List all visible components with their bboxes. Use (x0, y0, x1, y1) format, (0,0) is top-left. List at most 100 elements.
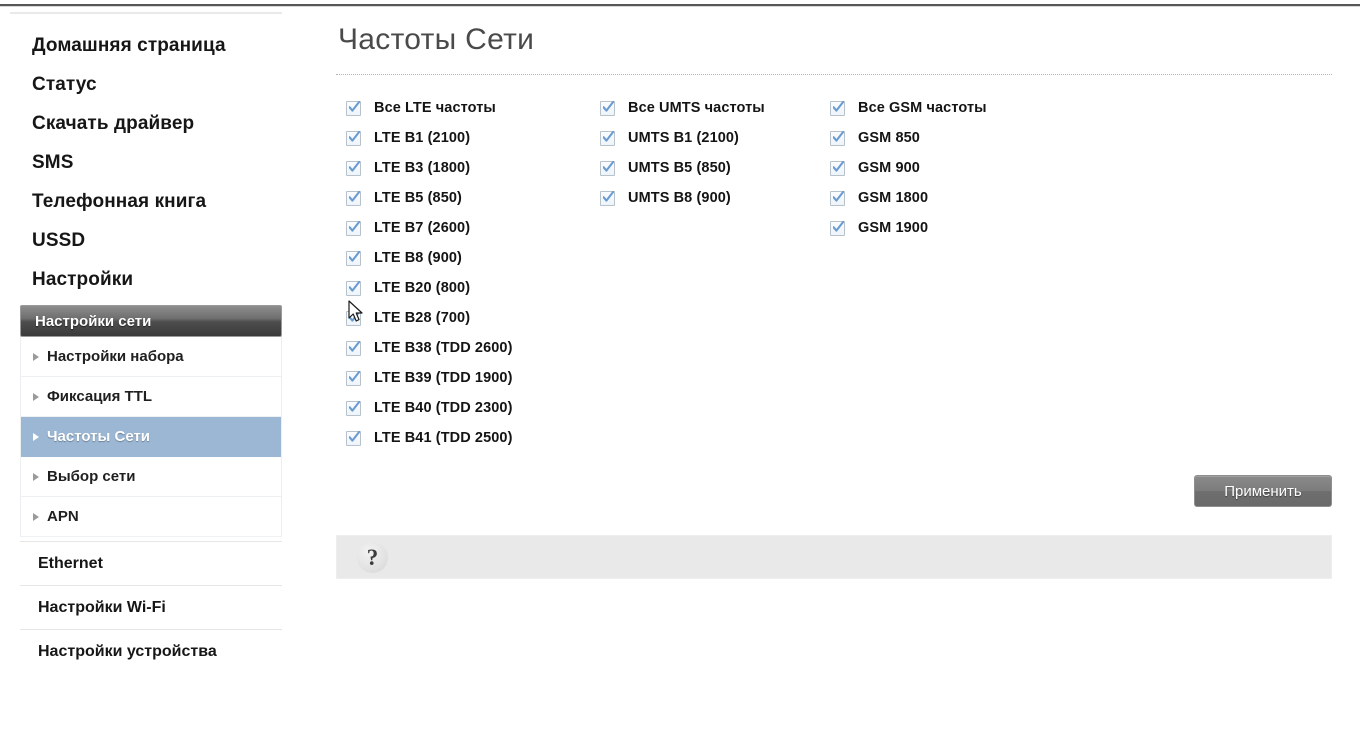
sidebar-primary-nav: Домашняя страница Статус Скачать драйвер SM… (10, 26, 282, 299)
checkbox-gsm-1[interactable] (830, 130, 845, 146)
sidebar-subitem-label: Фиксация TTL (47, 388, 153, 405)
checkbox-label: LTE B7 (2600) (374, 220, 471, 236)
sidebar-subitem-label: APN (47, 508, 79, 525)
sidebar-top-separator (10, 12, 282, 14)
checkbox-lte-9[interactable] (346, 370, 361, 386)
apply-button-row: Применить (336, 475, 1332, 507)
check-icon (603, 160, 614, 174)
check-icon (349, 370, 360, 384)
checkbox-row[interactable]: Все UMTS частоты (600, 93, 830, 123)
sidebar-item-download-driver[interactable]: Скачать драйвер (10, 104, 282, 143)
column-umts: Все UMTS частоты UMTS B1 (2100) UMTS B5 (8… (600, 93, 830, 453)
chevron-right-icon (33, 392, 39, 401)
checkbox-row[interactable]: LTE B38 (TDD 2600) (346, 333, 600, 363)
column-lte: Все LTE частоты LTE B1 (2100) LTE B3 (1800… (346, 93, 600, 453)
sidebar-item-status[interactable]: Статус (10, 65, 282, 104)
checkbox-row[interactable]: Все GSM частоты (830, 93, 1070, 123)
checkbox-lte-8[interactable] (346, 340, 361, 356)
checkbox-row[interactable]: LTE B7 (2600) (346, 213, 600, 243)
sidebar-subitem-3[interactable]: Выбор сети (21, 457, 281, 497)
checkbox-label: LTE B41 (TDD 2500) (374, 430, 513, 446)
sidebar-item-home[interactable]: Домашняя страница (10, 26, 282, 65)
checkbox-lte-4[interactable] (346, 220, 361, 236)
sidebar: Домашняя страница Статус Скачать драйвер SM… (10, 12, 282, 673)
column-gsm: Все GSM частоты GSM 850 GSM 900 GSM 1800 GSM… (830, 93, 1070, 453)
check-icon (833, 130, 844, 144)
checkbox-lte-11[interactable] (346, 430, 361, 446)
sidebar-subitem-label: Настройки набора (47, 348, 184, 365)
frequency-checkbox-columns: Все LTE частоты LTE B1 (2100) LTE B3 (1800… (346, 93, 1336, 453)
sidebar-item-ussd[interactable]: USSD (10, 221, 282, 260)
checkbox-label: LTE B1 (2100) (374, 130, 471, 146)
sidebar-item-device-settings[interactable]: Настройки устройства (20, 629, 282, 673)
checkbox-umts-0[interactable] (600, 100, 615, 116)
sidebar-item-sms[interactable]: SMS (10, 143, 282, 182)
checkbox-row[interactable]: LTE B40 (TDD 2300) (346, 393, 600, 423)
checkbox-lte-10[interactable] (346, 400, 361, 416)
checkbox-row[interactable]: LTE B39 (TDD 1900) (346, 363, 600, 393)
sidebar-subitem-1[interactable]: Фиксация TTL (21, 377, 281, 417)
checkbox-label: GSM 1900 (858, 220, 929, 236)
sidebar-subitem-4[interactable]: APN (21, 497, 281, 537)
checkbox-lte-3[interactable] (346, 190, 361, 206)
checkbox-row[interactable]: LTE B28 (700) (346, 303, 600, 333)
checkbox-lte-6[interactable] (346, 280, 361, 296)
check-icon (349, 400, 360, 414)
check-icon (349, 100, 360, 114)
checkbox-row[interactable]: LTE B1 (2100) (346, 123, 600, 153)
checkbox-gsm-4[interactable] (830, 220, 845, 236)
checkbox-label: GSM 1800 (858, 190, 929, 206)
check-icon (833, 160, 844, 174)
checkbox-lte-5[interactable] (346, 250, 361, 266)
check-icon (349, 250, 360, 264)
sidebar-group-network-settings[interactable]: Настройки сети (20, 305, 282, 337)
apply-button[interactable]: Применить (1194, 475, 1332, 507)
checkbox-label: UMTS B5 (850) (628, 160, 731, 176)
check-icon (349, 310, 360, 324)
checkbox-row[interactable]: GSM 850 (830, 123, 1070, 153)
checkbox-row[interactable]: LTE B5 (850) (346, 183, 600, 213)
checkbox-row[interactable]: GSM 900 (830, 153, 1070, 183)
checkbox-lte-1[interactable] (346, 130, 361, 146)
sidebar-item-ethernet[interactable]: Ethernet (20, 541, 282, 585)
checkbox-lte-0[interactable] (346, 100, 361, 116)
check-icon (349, 280, 360, 294)
checkbox-label: Все LTE частоты (374, 100, 496, 116)
checkbox-row[interactable]: LTE B41 (TDD 2500) (346, 423, 600, 453)
checkbox-row[interactable]: UMTS B8 (900) (600, 183, 830, 213)
checkbox-row[interactable]: GSM 1900 (830, 213, 1070, 243)
checkbox-label: LTE B5 (850) (374, 190, 462, 206)
checkbox-umts-1[interactable] (600, 130, 615, 146)
checkbox-gsm-2[interactable] (830, 160, 845, 176)
checkbox-umts-2[interactable] (600, 160, 615, 176)
check-icon (603, 190, 614, 204)
question-mark-icon[interactable]: ? (357, 541, 388, 573)
page-title: Частоты Сети (338, 23, 535, 56)
sidebar-subitem-label: Частоты Сети (47, 428, 151, 445)
sidebar-subitem-2[interactable]: Частоты Сети (21, 417, 281, 457)
checkbox-row[interactable]: GSM 1800 (830, 183, 1070, 213)
sidebar-item-settings[interactable]: Настройки (10, 260, 282, 299)
checkbox-gsm-3[interactable] (830, 190, 845, 206)
checkbox-label: Все GSM частоты (858, 100, 987, 116)
check-icon (603, 130, 614, 144)
chevron-right-icon (33, 472, 39, 481)
checkbox-row[interactable]: UMTS B1 (2100) (600, 123, 830, 153)
checkbox-label: UMTS B8 (900) (628, 190, 731, 206)
checkbox-row[interactable]: Все LTE частоты (346, 93, 600, 123)
checkbox-umts-3[interactable] (600, 190, 615, 206)
checkbox-row[interactable]: LTE B8 (900) (346, 243, 600, 273)
sidebar-item-wifi-settings[interactable]: Настройки Wi-Fi (20, 585, 282, 629)
checkbox-label: LTE B20 (800) (374, 280, 471, 296)
sidebar-subitem-0[interactable]: Настройки набора (21, 337, 281, 377)
checkbox-gsm-0[interactable] (830, 100, 845, 116)
checkbox-row[interactable]: LTE B3 (1800) (346, 153, 600, 183)
checkbox-row[interactable]: UMTS B5 (850) (600, 153, 830, 183)
check-icon (349, 130, 360, 144)
check-icon (349, 430, 360, 444)
checkbox-lte-7[interactable] (346, 310, 361, 326)
check-icon (349, 190, 360, 204)
checkbox-row[interactable]: LTE B20 (800) (346, 273, 600, 303)
checkbox-lte-2[interactable] (346, 160, 361, 176)
sidebar-item-phonebook[interactable]: Телефонная книга (10, 182, 282, 221)
